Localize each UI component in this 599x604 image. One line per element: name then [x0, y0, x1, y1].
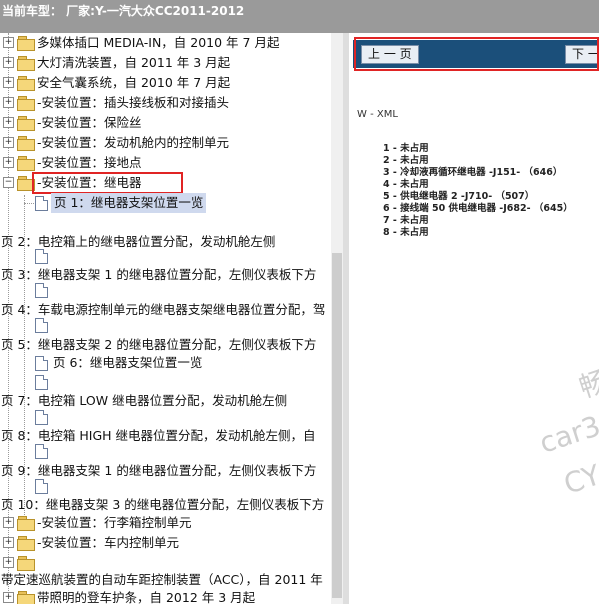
document-icon — [35, 196, 48, 211]
plus-icon[interactable]: + — [3, 137, 14, 148]
tree-item-label: -安装位置：保险丝 — [37, 115, 142, 130]
plus-icon[interactable]: + — [3, 77, 14, 88]
tree-item-label: 带照明的登车护条，自 2012 年 3 月起 — [37, 590, 256, 604]
top-bar: 当前车型： 厂家:Y-一汽大众CC2011-2012 — [0, 0, 599, 33]
highlight-box — [32, 172, 183, 194]
plus-icon[interactable]: + — [3, 157, 14, 168]
tree-panel: + 多媒体插口 MEDIA-IN，自 2010 年 7 月起 + 大灯清洗装置，… — [0, 33, 343, 604]
minus-icon[interactable]: − — [3, 177, 14, 188]
folder-icon — [17, 96, 35, 111]
tree-item-label: 带定速巡航装置的自动车距控制装置（ACC），自 2011 年 — [1, 572, 323, 587]
plus-icon[interactable]: + — [3, 592, 14, 603]
tree-item-label: 页 8：电控箱 HIGH 继电器位置分配，发动机舱左侧，自 — [1, 428, 316, 443]
tree-item-label: 多媒体插口 MEDIA-IN，自 2010 年 7 月起 — [37, 35, 280, 50]
plus-icon[interactable]: + — [3, 557, 14, 568]
folder-icon — [17, 516, 35, 531]
folder-icon — [17, 116, 35, 131]
document-icon — [35, 318, 48, 333]
watermark-text: 畅 — [575, 364, 599, 405]
tree-item-label: -安装位置：接地点 — [37, 155, 142, 170]
scrollbar-thumb[interactable] — [332, 253, 342, 598]
tree-item-label: -安装位置：插头接线板和对接插头 — [37, 95, 230, 110]
legend-item: 2 - 未占用 — [383, 155, 429, 166]
document-viewer: 上 一 页 下 一 W - XML 1 - 未占用 2 - 未占用 3 - 冷却… — [349, 33, 599, 604]
legend-item: 7 - 未占用 — [383, 215, 429, 226]
document-icon — [35, 375, 48, 390]
legend-item: 5 - 供电继电器 2 -J710- （507） — [383, 191, 535, 202]
folder-icon — [17, 556, 35, 571]
folder-icon — [17, 156, 35, 171]
plus-icon[interactable]: + — [3, 97, 14, 108]
tree-item-label: 大灯清洗装置，自 2011 年 3 月起 — [37, 55, 231, 70]
nav-highlight-box — [354, 37, 599, 71]
tree-item-label: 页 3：继电器支架 1 的继电器位置分配，左侧仪表板下方 — [1, 267, 317, 282]
tree-item-label: 页 6：继电器支架位置一览 — [53, 355, 203, 370]
folder-icon — [17, 76, 35, 91]
document-icon — [35, 444, 48, 459]
document-icon — [35, 356, 48, 371]
tree-item-label: -安装位置：车内控制单元 — [37, 535, 180, 550]
tree-item-label: 页 1：继电器支架位置一览 — [51, 193, 207, 213]
relay-legend: 1 - 未占用 2 - 未占用 3 - 冷却液再循环继电器 -J151- （64… — [383, 143, 573, 239]
folder-icon — [17, 36, 35, 51]
document-icon — [35, 283, 48, 298]
document-icon — [35, 479, 48, 494]
legend-item: 3 - 冷却液再循环继电器 -J151- （646） — [383, 167, 563, 178]
tree-item-label: 页 4：车载电源控制单元的继电器支架继电器位置分配，驾 — [1, 302, 326, 317]
folder-icon — [17, 136, 35, 151]
document-title: W - XML — [357, 109, 398, 120]
tree-item-label: 安全气囊系统，自 2010 年 7 月起 — [37, 75, 231, 90]
car-type-label: 当前车型： 厂家:Y-一汽大众CC2011-2012 — [2, 4, 245, 18]
watermark-text: CY — [559, 458, 599, 501]
plus-icon[interactable]: + — [3, 117, 14, 128]
document-icon — [35, 410, 48, 425]
folder-icon — [17, 536, 35, 551]
legend-item: 4 - 未占用 — [383, 179, 429, 190]
document-icon — [35, 249, 48, 264]
tree-scrollbar[interactable] — [331, 33, 343, 604]
plus-icon[interactable]: + — [3, 517, 14, 528]
tree-item-label: -安装位置：行李箱控制单元 — [37, 515, 192, 530]
plus-icon[interactable]: + — [3, 57, 14, 68]
folder-icon — [17, 591, 35, 604]
legend-item: 8 - 未占用 — [383, 227, 429, 238]
legend-item: 1 - 未占用 — [383, 143, 429, 154]
folder-icon — [17, 56, 35, 71]
tree-item-label: 页 9：继电器支架 1 的继电器位置分配，左侧仪表板下方 — [1, 463, 317, 478]
tree-item-label: 页 7：电控箱 LOW 继电器位置分配，发动机舱左侧 — [1, 393, 288, 408]
tree-item-label: -安装位置：发动机舱内的控制单元 — [37, 135, 230, 150]
tree-item-label: 页 10：继电器支架 3 的继电器位置分配，左侧仪表板下方 — [1, 497, 325, 512]
legend-item: 6 - 接线端 50 供电继电器 -J682- （645） — [383, 203, 573, 214]
plus-icon[interactable]: + — [3, 537, 14, 548]
tree-item-label: 页 5：继电器支架 2 的继电器位置分配，左侧仪表板下方 — [1, 337, 317, 352]
watermark-text: car3 — [535, 409, 599, 460]
plus-icon[interactable]: + — [3, 37, 14, 48]
